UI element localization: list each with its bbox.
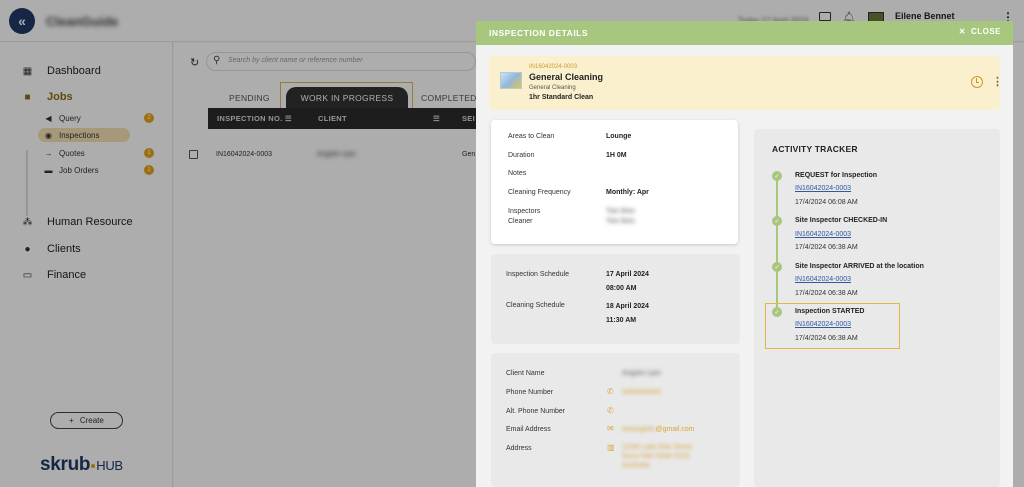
address-line-2: Surry Hills NSW 2010 (622, 453, 690, 460)
service-package: 1hr Standard Clean (529, 94, 594, 101)
frequency-label: Cleaning Frequency (508, 189, 571, 196)
email-value[interactable]: lineangelin@gmail.com (622, 426, 695, 433)
address-label: Address (506, 445, 532, 452)
more-options-icon[interactable]: ⋮ (992, 75, 1003, 88)
notes-label: Notes (508, 170, 527, 177)
cleaner-value: Tole Belo (606, 218, 635, 225)
event-time: 17/4/2024 06:38 AM (795, 244, 858, 251)
client-name-label: Client Name (506, 370, 545, 377)
cleaner-label: Cleaner (508, 218, 533, 225)
event-title: REQUEST for Inspection (795, 172, 878, 179)
timeline-line (776, 178, 778, 314)
modal-header: INSPECTION DETAILS ✕ CLOSE (476, 21, 1013, 45)
inspection-schedule-time: 08:00 AM (606, 285, 637, 292)
event-ref-link[interactable]: IN16042024-0003 (795, 231, 851, 238)
email-label: Email Address (506, 426, 551, 433)
service-thumbnail (500, 72, 522, 89)
event-time: 17/4/2024 06:08 AM (795, 199, 858, 206)
phone-icon: ✆ (607, 387, 614, 396)
address-line-1: 12/30 Lake Ellis Street (622, 444, 693, 451)
inspectors-label: Inspectors (508, 208, 541, 215)
inspectors-value: Tole Belo (606, 208, 635, 215)
phone-icon: ✆ (607, 406, 614, 415)
frequency-value: Monthly: Apr (606, 189, 649, 196)
close-icon: ✕ (958, 27, 966, 36)
service-type: General Cleaning (529, 85, 576, 91)
check-icon: ✓ (772, 171, 782, 181)
inspection-ref: IN16042024-0003 (529, 64, 578, 70)
cleaning-schedule-label: Cleaning Schedule (506, 302, 565, 309)
inspection-schedule-label: Inspection Schedule (506, 271, 570, 278)
phone-value[interactable]: 0400000000 (622, 389, 661, 396)
duration-label: Duration (508, 152, 535, 159)
activity-tracker-title: ACTIVITY TRACKER (772, 144, 858, 154)
service-summary: IN16042024-0003 General Cleaning General… (489, 56, 1003, 110)
cleaning-schedule-date: 18 April 2024 (606, 303, 649, 310)
event-title: Site Inspector ARRIVED at the location (795, 263, 924, 270)
alt-phone-label: Alt. Phone Number (506, 408, 566, 415)
current-event-highlight (765, 303, 900, 349)
areas-label: Areas to Clean (508, 133, 555, 140)
check-icon: ✓ (772, 216, 782, 226)
history-icon[interactable] (971, 76, 983, 88)
service-name: General Cleaning (529, 72, 604, 82)
cleaning-schedule-time: 11:30 AM (606, 317, 637, 324)
modal-title: INSPECTION DETAILS (489, 28, 589, 38)
building-icon: ▥ (607, 443, 615, 452)
check-icon: ✓ (772, 262, 782, 272)
email-user: lineangelin (622, 426, 656, 433)
event-ref-link[interactable]: IN16042024-0003 (795, 185, 851, 192)
event-ref-link[interactable]: IN16042024-0003 (795, 276, 851, 283)
event-title: Site Inspector CHECKED-IN (795, 217, 888, 224)
areas-value: Lounge (606, 133, 632, 140)
close-label: CLOSE (970, 27, 1001, 36)
inspection-details-modal: INSPECTION DETAILS ✕ CLOSE IN16042024-00… (476, 21, 1013, 487)
email-domain: @gmail.com (655, 426, 695, 433)
duration-value: 1H 0M (606, 152, 627, 159)
client-name-value: Angelin ryan (622, 370, 661, 377)
inspection-schedule-date: 17 April 2024 (606, 271, 649, 278)
close-button[interactable]: ✕ CLOSE (959, 27, 1001, 36)
address-line-3: Australia (622, 462, 650, 469)
schedule-card (491, 254, 740, 344)
mail-icon: ✉ (607, 424, 614, 433)
event-time: 17/4/2024 06:38 AM (795, 290, 858, 297)
phone-label: Phone Number (506, 389, 554, 396)
